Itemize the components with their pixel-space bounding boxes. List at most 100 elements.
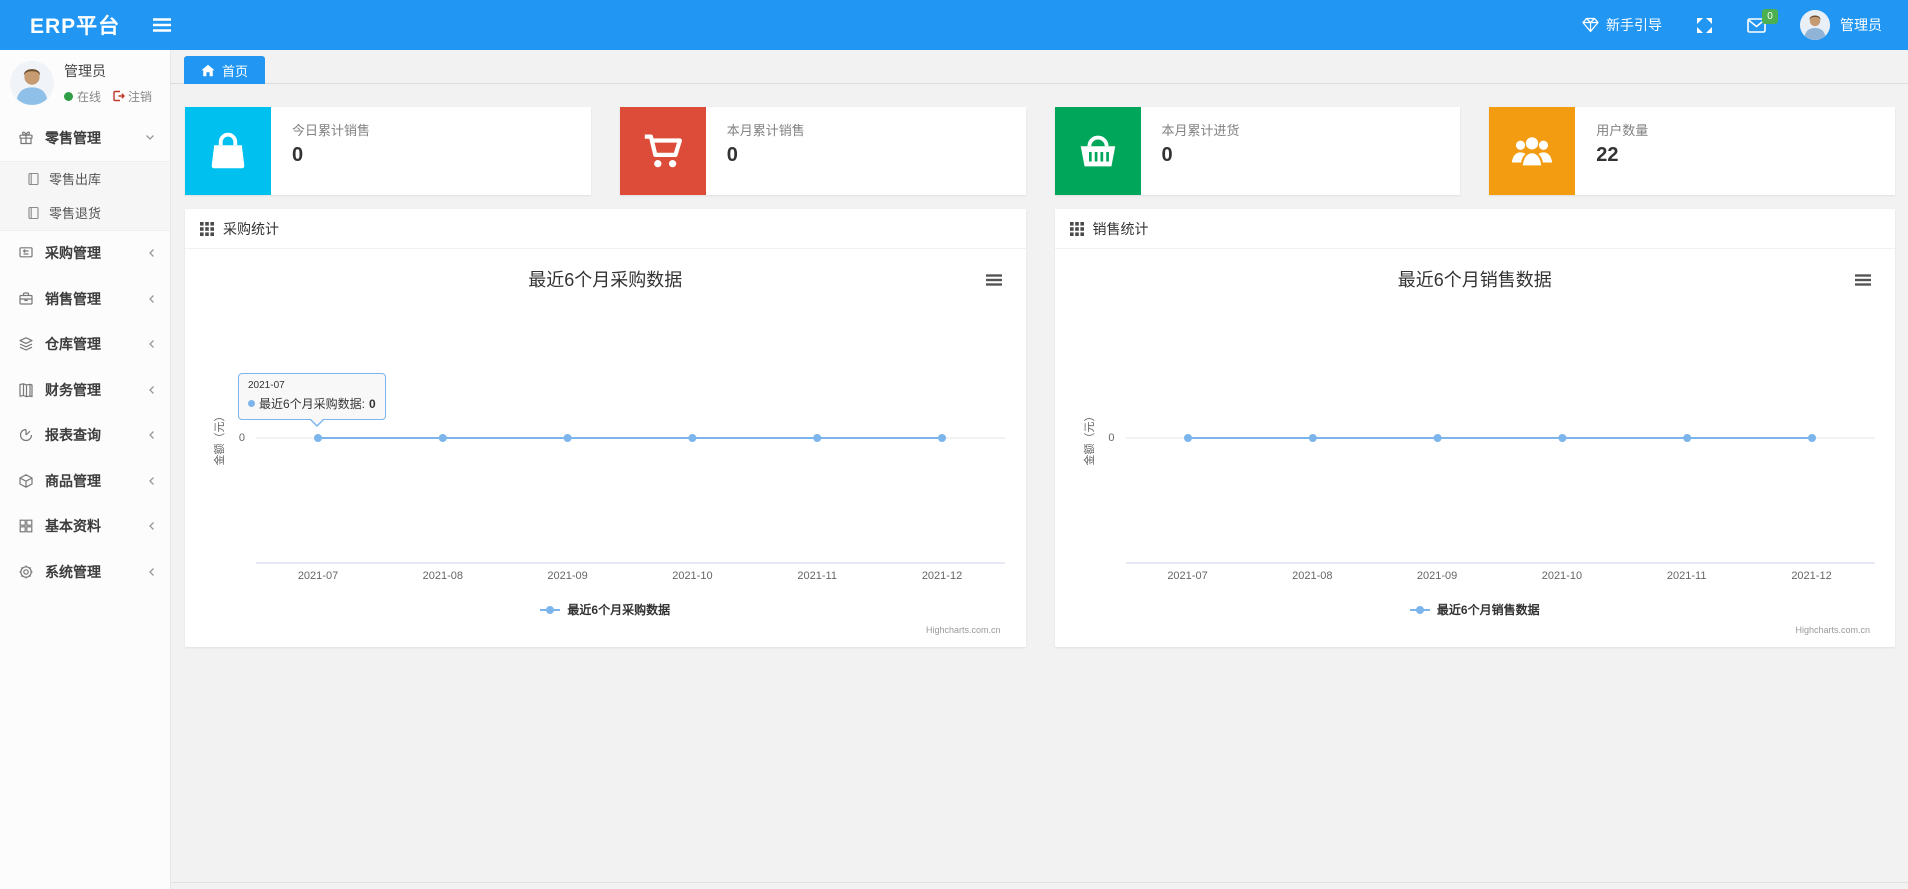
legend-item[interactable]: 最近6个月销售数据 bbox=[1055, 601, 1896, 618]
tooltip-series-dot bbox=[248, 400, 255, 407]
sidebar-toggle-icon[interactable] bbox=[152, 17, 172, 33]
tooltip-date: 2021-07 bbox=[248, 380, 285, 391]
sidebar-item-system[interactable]: 系统管理 bbox=[0, 549, 170, 595]
sales-chart: 最近6个月销售数据 金额（元） 0 2021-07 2021-08 2021-09 2021… bbox=[1055, 249, 1896, 647]
beginner-guide-button[interactable]: 新手引导 bbox=[1582, 15, 1662, 35]
hamburger-icon bbox=[1855, 274, 1871, 286]
stat-card-month-sales: 本月累计销售 0 bbox=[619, 107, 1026, 195]
sidebar-user-status: 在线 注销 bbox=[64, 88, 152, 105]
tooltip-callout-arrow-fill bbox=[310, 417, 324, 425]
sidebar-item-retail-outbound[interactable]: 零售出库 bbox=[0, 162, 170, 196]
data-point[interactable] bbox=[938, 434, 946, 442]
data-point[interactable] bbox=[1557, 434, 1566, 442]
finance-book-icon bbox=[18, 382, 34, 398]
stat-value: 22 bbox=[1596, 144, 1619, 166]
data-point[interactable] bbox=[813, 434, 822, 442]
logout-button[interactable]: 注销 bbox=[113, 88, 152, 105]
logout-label: 注销 bbox=[128, 89, 153, 104]
document-icon bbox=[27, 206, 40, 220]
sidebar-item-label: 零售退货 bbox=[49, 206, 102, 221]
tab-home[interactable]: 首页 bbox=[184, 56, 266, 84]
data-point[interactable] bbox=[1807, 434, 1816, 442]
chevron-left-icon bbox=[148, 476, 155, 486]
retail-submenu: 零售出库 零售退货 bbox=[0, 160, 170, 231]
data-point[interactable] bbox=[1433, 434, 1442, 442]
sidebar-user-avatar bbox=[10, 60, 54, 105]
data-point[interactable] bbox=[1308, 434, 1317, 442]
sidebar-user-block: 管理员 在线 注销 bbox=[0, 50, 170, 115]
th-grid-icon bbox=[1069, 221, 1084, 236]
chart-export-menu-button[interactable] bbox=[1855, 273, 1871, 291]
chevron-left-icon bbox=[148, 430, 155, 440]
legend-label: 最近6个月销售数据 bbox=[1436, 603, 1540, 617]
x-axis-label: 2021-07 bbox=[1167, 570, 1208, 582]
online-status-label: 在线 bbox=[77, 89, 102, 104]
beginner-guide-label: 新手引导 bbox=[1606, 17, 1662, 33]
purchase-icon bbox=[18, 245, 34, 261]
sidebar-item-retail[interactable]: 零售管理 bbox=[0, 115, 170, 161]
data-point[interactable] bbox=[688, 434, 697, 442]
sidebar-item-sales[interactable]: 销售管理 bbox=[0, 276, 170, 322]
data-point[interactable] bbox=[563, 434, 572, 442]
chevron-down-icon bbox=[145, 134, 155, 141]
data-point[interactable] bbox=[438, 434, 447, 442]
legend-label: 最近6个月采购数据 bbox=[567, 603, 671, 617]
tooltip-value: 0 bbox=[369, 396, 376, 411]
line-chart-plot bbox=[256, 434, 1005, 564]
chart-export-menu-button[interactable] bbox=[985, 273, 1002, 291]
data-point[interactable] bbox=[314, 434, 322, 442]
tab-home-label: 首页 bbox=[222, 63, 249, 79]
sidebar-user-info: 管理员 在线 注销 bbox=[64, 61, 152, 105]
stat-text: 用户数量 22 bbox=[1575, 107, 1648, 195]
th-grid-icon bbox=[200, 221, 214, 236]
messages-button[interactable]: 0 bbox=[1747, 8, 1778, 33]
fullscreen-button[interactable] bbox=[1696, 17, 1713, 34]
stat-text: 本月累计销售 0 bbox=[706, 107, 805, 195]
x-axis-label: 2021-08 bbox=[1292, 570, 1333, 582]
highcharts-credit-link[interactable]: Highcharts.com.cn bbox=[926, 625, 1001, 635]
stat-label: 用户数量 bbox=[1596, 123, 1649, 138]
tooltip-series-row: 最近6个月采购数据: 0 bbox=[248, 395, 376, 412]
sidebar-item-label: 报表查询 bbox=[45, 427, 101, 444]
fullscreen-icon bbox=[1697, 17, 1712, 33]
x-axis-label: 2021-10 bbox=[672, 570, 713, 582]
stat-label: 本月累计进货 bbox=[1161, 123, 1240, 138]
sidebar-item-purchase[interactable]: 采购管理 bbox=[0, 231, 170, 277]
chart-panels-row: 采购统计 最近6个月采购数据 金额（元） 0 2021-07 2021-08 2021-0… bbox=[185, 209, 1895, 647]
stat-value: 0 bbox=[1161, 144, 1173, 166]
chevron-left-icon bbox=[148, 339, 155, 349]
x-axis-label: 2021-09 bbox=[1416, 570, 1458, 582]
x-axis-label: 2021-11 bbox=[1666, 570, 1707, 582]
sidebar-item-finance[interactable]: 财务管理 bbox=[0, 367, 170, 413]
data-point[interactable] bbox=[1682, 434, 1691, 442]
sidebar-item-basic-data[interactable]: 基本资料 bbox=[0, 504, 170, 550]
data-point[interactable] bbox=[1183, 434, 1192, 442]
legend-item[interactable]: 最近6个月采购数据 bbox=[185, 601, 1026, 618]
legend-marker-icon bbox=[1409, 605, 1430, 614]
stat-card-user-count: 用户数量 22 bbox=[1489, 107, 1895, 195]
gem-icon bbox=[1582, 17, 1599, 33]
goods-box-icon bbox=[18, 473, 34, 489]
header-username[interactable]: 管理员 bbox=[1840, 15, 1882, 35]
stat-label: 本月累计销售 bbox=[726, 123, 805, 138]
stat-card-today-sales: 今日累计销售 0 bbox=[185, 107, 591, 195]
sidebar-item-goods[interactable]: 商品管理 bbox=[0, 458, 170, 504]
shopping-bag-icon bbox=[185, 107, 271, 195]
stat-card-month-purchase: 本月累计进货 0 bbox=[1054, 107, 1461, 195]
panel-header: 销售统计 bbox=[1054, 209, 1895, 249]
grid-icon bbox=[18, 518, 34, 534]
x-axis-label: 2021-10 bbox=[1541, 570, 1583, 582]
sidebar-item-label: 零售管理 bbox=[45, 129, 101, 146]
panel-title: 采购统计 bbox=[223, 220, 279, 237]
sidebar-item-label: 系统管理 bbox=[45, 563, 101, 580]
sidebar-item-warehouse[interactable]: 仓库管理 bbox=[0, 322, 170, 368]
highcharts-credit-link[interactable]: Highcharts.com.cn bbox=[1795, 625, 1870, 635]
top-header: ERP平台 新手引导 0 管理员 bbox=[0, 0, 1908, 50]
sidebar-item-retail-return[interactable]: 零售退货 bbox=[0, 196, 170, 230]
header-user-avatar[interactable] bbox=[1800, 10, 1830, 40]
sidebar-item-reports[interactable]: 报表查询 bbox=[0, 413, 170, 459]
users-icon bbox=[1489, 107, 1576, 195]
main-content: 首页 今日累计销售 0 本月累计销售 0 本月累计进货 0 用户数量 22 采购… bbox=[171, 50, 1908, 889]
x-axis-label: 2021-11 bbox=[797, 570, 837, 582]
document-icon bbox=[27, 172, 40, 186]
